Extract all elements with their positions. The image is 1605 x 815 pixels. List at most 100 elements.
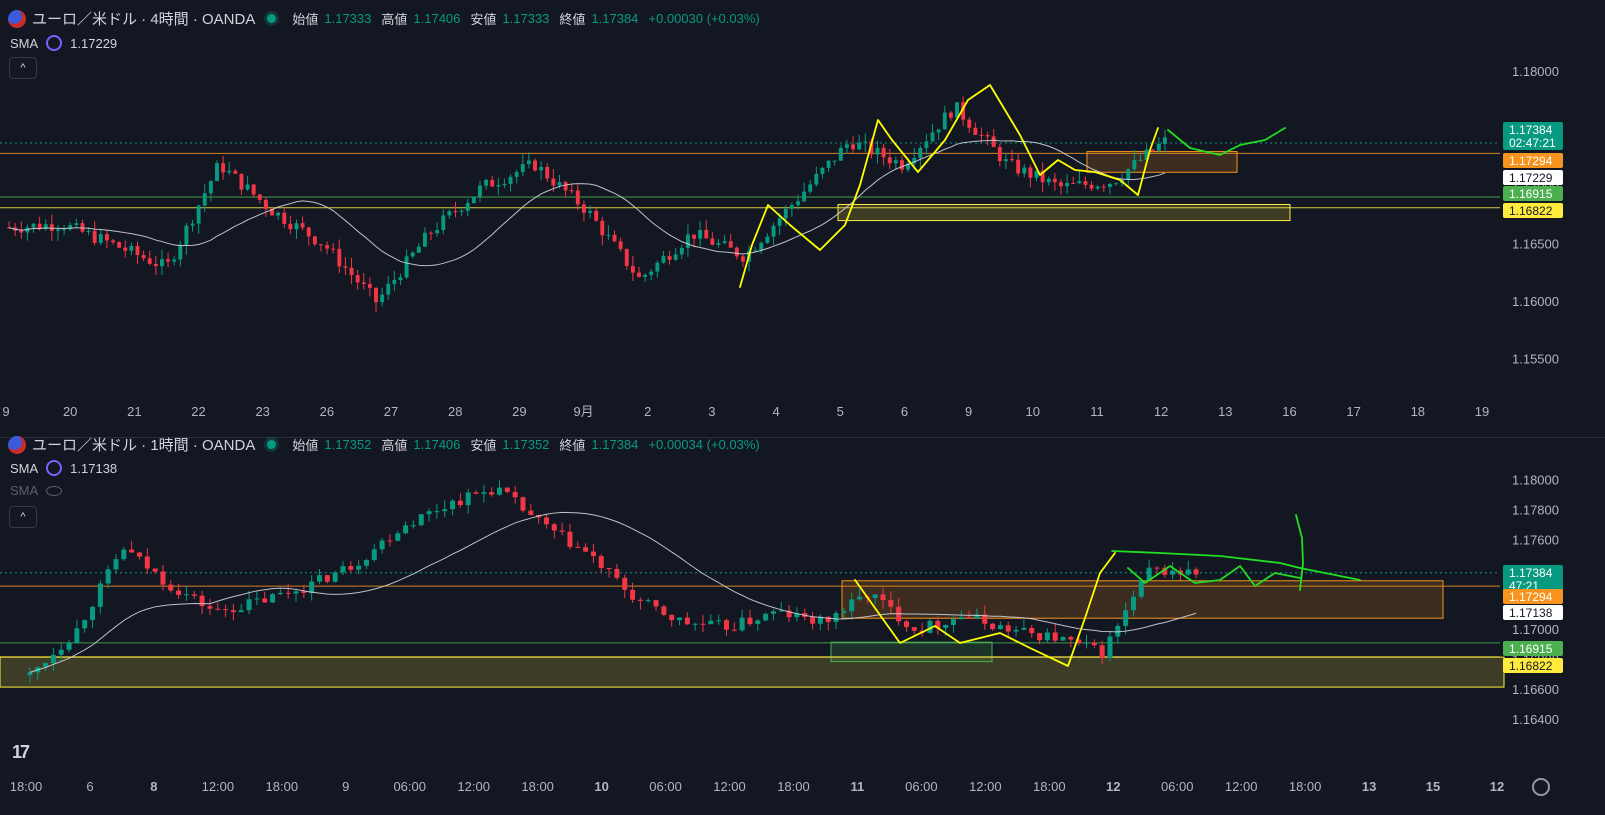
x-tick-label: 23 [255, 404, 269, 419]
collapse-legend-button[interactable]: ^ [9, 57, 37, 79]
candle-body [637, 272, 641, 277]
green-drawing [1167, 127, 1286, 156]
candle-body [465, 203, 470, 211]
sma-line [8, 139, 1166, 267]
candle-body [990, 623, 996, 629]
candle-body [316, 575, 323, 582]
chart-pane-1h[interactable]: 1.180001.178001.176001.174001.172001.170… [0, 435, 1605, 815]
candle-body [215, 163, 219, 182]
candle-body [583, 547, 589, 552]
candle-body [950, 619, 956, 625]
candle-body [900, 160, 904, 170]
symbol-title-4h[interactable]: ユーロ／米ドル · 4時間 · OANDA [32, 8, 255, 29]
candle-body [820, 167, 825, 174]
candle-body [121, 549, 127, 560]
candle-body [684, 617, 690, 625]
candle-body [777, 218, 782, 226]
candle-body [111, 240, 115, 243]
symbol-title-1h[interactable]: ユーロ／米ドル · 1時間 · OANDA [32, 434, 255, 455]
candle-body [863, 141, 868, 143]
candle-body [722, 241, 727, 243]
x-tick-label: 8 [150, 779, 157, 794]
candle-body [849, 599, 855, 612]
candle-body [624, 249, 629, 266]
chart-4h-canvas[interactable]: 1.180001.175001.170001.165001.160001.155… [0, 0, 1605, 437]
collapse-legend-button[interactable]: ^ [9, 506, 37, 528]
candle-body [489, 492, 495, 495]
candle-body [168, 584, 174, 591]
candle-body [207, 606, 213, 609]
sma-indicator-4h[interactable]: SMA 1.17229 [10, 35, 117, 51]
candle-body [459, 210, 464, 212]
candle-body [557, 182, 562, 186]
x-tick-label: 18:00 [777, 779, 810, 794]
candle-body [645, 600, 651, 602]
hidden-eye-icon[interactable] [46, 485, 63, 496]
candle-body [740, 256, 745, 262]
candle-body [802, 191, 807, 202]
candle-body [97, 583, 103, 607]
candle-body [520, 163, 525, 173]
candle-body [1091, 642, 1097, 646]
chart-1h-canvas[interactable]: 1.180001.178001.176001.174001.172001.170… [0, 438, 1605, 815]
candle-body [888, 600, 894, 607]
candle-body [398, 277, 403, 281]
candle-body [227, 170, 232, 173]
candle-body [857, 596, 863, 600]
candle-body [453, 211, 458, 213]
candle-body [1060, 636, 1066, 641]
candle-body [416, 246, 421, 253]
tradingview-logo: 17 [12, 742, 30, 762]
candle-body [1083, 181, 1088, 185]
open-value: 1.17352 [324, 437, 372, 452]
candle-body [74, 223, 79, 226]
candle-body [422, 232, 427, 247]
candle-body [191, 594, 197, 596]
low-label: 安値 [470, 438, 497, 453]
candle-body [504, 487, 510, 492]
candle-body [386, 283, 391, 295]
candle-body [58, 649, 64, 655]
y-tick-label: 1.16500 [1512, 237, 1559, 252]
candle-body [606, 234, 611, 236]
candle-body [380, 294, 385, 303]
price-label-text: 1.17138 [1509, 606, 1553, 620]
candle-body [1059, 182, 1063, 187]
candle-body [575, 190, 580, 205]
high-value: 1.17406 [413, 11, 461, 26]
x-tick-label: 06:00 [1161, 779, 1194, 794]
candle-body [152, 568, 158, 572]
candle-body [293, 591, 299, 594]
candle-body [471, 196, 476, 204]
candle-body [551, 524, 557, 531]
candle-body [520, 497, 526, 511]
candle-body [825, 616, 831, 622]
candle-body [277, 592, 283, 595]
candle-body [958, 617, 964, 620]
candle-body [270, 594, 276, 603]
price-label-text: 1.16822 [1509, 659, 1553, 673]
price-label-text: 1.17294 [1509, 154, 1553, 168]
candle-body [1022, 167, 1027, 174]
candle-body [325, 245, 330, 249]
candle-body [948, 112, 953, 118]
x-tick-label: 18:00 [521, 779, 554, 794]
candle-body [649, 271, 654, 275]
candle-body [771, 225, 776, 237]
sma-indicator-hidden[interactable]: SMA [10, 483, 63, 498]
sma-indicator-1h[interactable]: SMA 1.17138 [10, 460, 117, 476]
candle-body [254, 598, 260, 600]
candle-body [1156, 144, 1161, 151]
candle-body [104, 234, 109, 241]
candle-body [832, 160, 837, 162]
candle-body [340, 566, 346, 573]
x-tick-label: 11 [1090, 404, 1104, 419]
candle-body [1193, 569, 1199, 575]
gear-icon[interactable] [1532, 778, 1550, 796]
chart-pane-4h[interactable]: 1.180001.175001.170001.165001.160001.155… [0, 0, 1605, 437]
candle-body [551, 178, 556, 186]
sma-label: SMA [10, 460, 39, 476]
y-tick-label: 1.18000 [1512, 64, 1559, 79]
candle-body [1123, 610, 1129, 626]
candle-body [215, 608, 221, 610]
